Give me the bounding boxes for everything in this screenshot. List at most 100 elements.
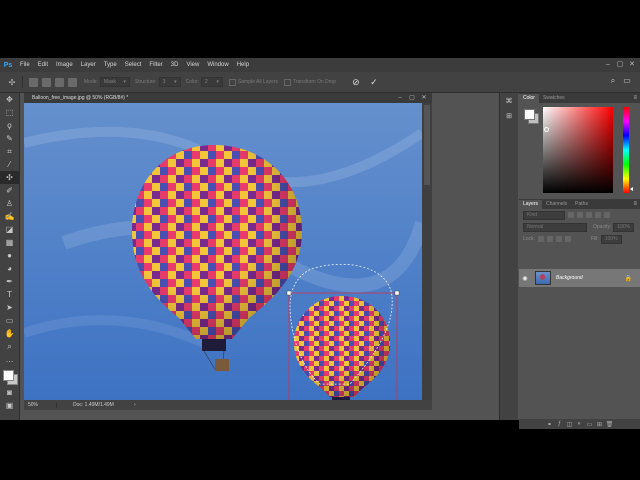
transform-handle[interactable] <box>394 290 400 296</box>
history-panel-icon[interactable]: ⌘ <box>503 96 515 108</box>
filter-pixel-icon[interactable] <box>568 212 574 218</box>
subtract-selection-icon[interactable] <box>55 77 64 87</box>
eraser-tool-icon[interactable]: ◪ <box>0 223 19 236</box>
menu-help[interactable]: Help <box>233 58 253 72</box>
filter-adjustment-icon[interactable] <box>577 212 583 218</box>
transform-handle[interactable] <box>286 290 292 296</box>
tab-layers[interactable]: Layers <box>519 200 543 209</box>
quick-mask-icon[interactable]: ◙ <box>0 386 19 399</box>
workspace-icon[interactable]: ▭ <box>620 76 634 86</box>
fill-field[interactable]: 100% <box>600 234 622 244</box>
blend-mode-select[interactable]: Normal <box>523 222 587 232</box>
dodge-tool-icon[interactable]: ◕ <box>0 262 19 275</box>
link-layers-icon[interactable]: ⚭ <box>545 421 555 428</box>
panel-menu-icon[interactable]: ≡ <box>633 93 637 103</box>
menu-view[interactable]: View <box>182 58 203 72</box>
screen-mode-icon[interactable]: ▣ <box>0 399 19 412</box>
vertical-scrollbar[interactable] <box>422 103 432 400</box>
filter-shape-icon[interactable] <box>595 212 601 218</box>
menu-image[interactable]: Image <box>52 58 77 72</box>
lock-all-icon[interactable] <box>564 236 571 242</box>
pen-tool-icon[interactable]: ✒ <box>0 275 19 288</box>
content-aware-move-tool-icon[interactable]: ✣ <box>6 76 18 88</box>
menu-select[interactable]: Select <box>121 58 146 72</box>
add-selection-icon[interactable] <box>42 77 51 87</box>
tab-color[interactable]: Color <box>519 94 539 103</box>
document-canvas[interactable] <box>24 103 422 400</box>
transform-on-drop-checkbox[interactable]: Transform On Drop <box>283 78 336 86</box>
hand-tool-icon[interactable]: ✋ <box>0 327 19 340</box>
content-aware-move-tool-icon[interactable]: ✣ <box>0 171 19 184</box>
cancel-transform-icon[interactable]: ⊘ <box>350 76 362 88</box>
document-tab[interactable]: Balloon_free_image.jpg @ 50% (RGB/8#) * … <box>24 93 432 103</box>
history-brush-tool-icon[interactable]: ✍ <box>0 210 19 223</box>
doc-close-button[interactable]: ✕ <box>418 93 430 103</box>
color-select[interactable]: 2 ▾ <box>200 77 223 87</box>
clone-stamp-tool-icon[interactable]: ♙ <box>0 197 19 210</box>
layer-style-icon[interactable]: ƒ <box>555 421 565 427</box>
menu-3d[interactable]: 3D <box>167 58 183 72</box>
menu-filter[interactable]: Filter <box>145 58 166 72</box>
minimize-button[interactable]: – <box>602 58 614 72</box>
foreground-color-swatch[interactable] <box>3 370 14 381</box>
eye-icon[interactable]: ◉ <box>519 275 531 282</box>
gradient-tool-icon[interactable]: ▦ <box>0 236 19 249</box>
type-tool-icon[interactable]: T <box>0 288 19 301</box>
delete-layer-icon[interactable]: 🗑 <box>605 421 615 428</box>
color-panel-foreground-swatch[interactable] <box>524 109 535 120</box>
color-picker-cursor[interactable] <box>544 127 549 132</box>
rectangle-tool-icon[interactable]: ▭ <box>0 314 19 327</box>
move-tool-icon[interactable]: ✥ <box>0 93 19 106</box>
color-picker-field[interactable] <box>543 107 613 193</box>
lock-position-icon[interactable] <box>555 236 562 242</box>
add-mask-icon[interactable]: ◫ <box>565 421 575 428</box>
marquee-tool-icon[interactable]: ⬚ <box>0 106 19 119</box>
zoom-tool-icon[interactable]: ⌕ <box>0 340 19 353</box>
structure-select[interactable]: 3 ▾ <box>158 77 181 87</box>
menu-file[interactable]: File <box>16 58 34 72</box>
panel-menu-icon[interactable]: ≡ <box>633 199 637 209</box>
more-tools-icon[interactable]: … <box>0 353 19 366</box>
tab-swatches[interactable]: Swatches <box>539 94 569 103</box>
scrollbar-thumb[interactable] <box>424 105 430 185</box>
hue-slider[interactable] <box>623 107 629 193</box>
menu-window[interactable]: Window <box>203 58 232 72</box>
new-selection-icon[interactable] <box>29 77 38 87</box>
lasso-tool-icon[interactable]: ϙ <box>0 119 19 132</box>
doc-minimize-button[interactable]: – <box>394 93 406 103</box>
menu-type[interactable]: Type <box>100 58 121 72</box>
color-swatches[interactable] <box>0 366 19 386</box>
intersect-selection-icon[interactable] <box>68 77 77 87</box>
status-menu-arrow-icon[interactable]: › <box>134 402 136 408</box>
adjustment-layer-icon[interactable]: ◐ <box>575 421 585 427</box>
lock-transparent-icon[interactable] <box>537 236 544 242</box>
filter-smart-object-icon[interactable] <box>604 212 610 218</box>
search-icon[interactable]: ⌕ <box>606 76 620 86</box>
menu-layer[interactable]: Layer <box>77 58 100 72</box>
close-button[interactable]: ✕ <box>626 58 638 72</box>
sample-all-layers-checkbox[interactable]: Sample All Layers <box>228 78 278 86</box>
quick-selection-tool-icon[interactable]: ✎ <box>0 132 19 145</box>
lock-image-icon[interactable] <box>546 236 553 242</box>
tab-channels[interactable]: Channels <box>542 200 571 209</box>
layer-filter-select[interactable]: Kind <box>523 210 565 220</box>
blur-tool-icon[interactable]: ● <box>0 249 19 262</box>
maximize-button[interactable]: ▢ <box>614 58 626 72</box>
brush-tool-icon[interactable]: ✐ <box>0 184 19 197</box>
crop-tool-icon[interactable]: ⌗ <box>0 145 19 158</box>
properties-panel-icon[interactable]: ⊞ <box>503 111 515 123</box>
eyedropper-tool-icon[interactable]: ⁄ <box>0 158 19 171</box>
doc-maximize-button[interactable]: ▢ <box>406 93 418 103</box>
path-selection-tool-icon[interactable]: ➤ <box>0 301 19 314</box>
new-layer-icon[interactable]: ⊞ <box>595 421 605 428</box>
layer-row-background[interactable]: ◉ Background 🔒 <box>519 269 640 287</box>
new-group-icon[interactable]: ▭ <box>585 421 595 428</box>
hue-slider-handle[interactable] <box>630 187 633 191</box>
opacity-field[interactable]: 100% <box>613 222 635 232</box>
zoom-level[interactable]: 50% <box>24 402 57 408</box>
commit-transform-icon[interactable]: ✓ <box>368 76 380 88</box>
menu-edit[interactable]: Edit <box>34 58 52 72</box>
filter-type-icon[interactable] <box>586 212 592 218</box>
tab-paths[interactable]: Paths <box>571 200 592 209</box>
mode-select[interactable]: Mask ▾ <box>99 77 130 87</box>
